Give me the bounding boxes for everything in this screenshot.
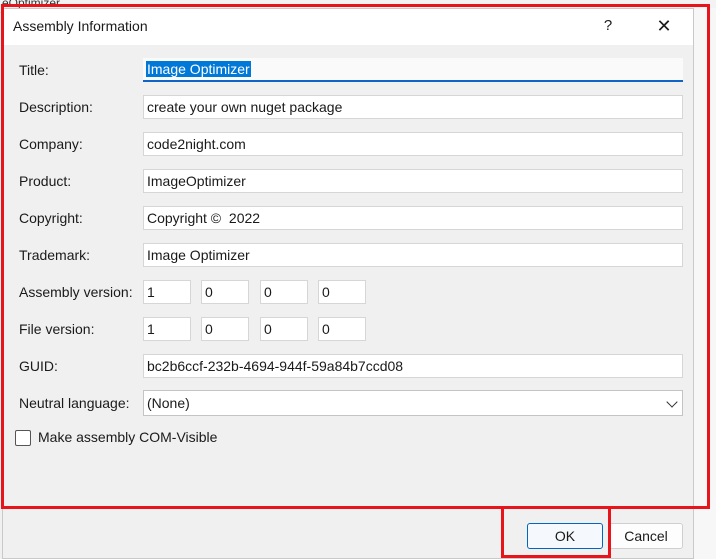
com-visible-checkbox[interactable] bbox=[15, 430, 31, 446]
file-version-build[interactable]: 0 bbox=[260, 317, 308, 341]
assembly-version-minor[interactable]: 0 bbox=[201, 280, 249, 304]
copyright-input[interactable]: Copyright © 2022 bbox=[143, 206, 683, 230]
assembly-version-build[interactable]: 0 bbox=[260, 280, 308, 304]
trademark-input[interactable]: Image Optimizer bbox=[143, 243, 683, 267]
product-input[interactable]: ImageOptimizer bbox=[143, 169, 683, 193]
neutral-language-label: Neutral language: bbox=[19, 395, 130, 411]
dialog-title: Assembly Information bbox=[13, 18, 148, 34]
company-input[interactable]: code2night.com bbox=[143, 132, 683, 156]
neutral-language-value: (None) bbox=[147, 395, 190, 411]
assembly-information-dialog: Assembly Information ? ✕ Title: Image Op… bbox=[2, 8, 694, 559]
file-version-major[interactable]: 1 bbox=[143, 317, 191, 341]
background-window-edge bbox=[693, 8, 716, 559]
guid-input[interactable]: bc2b6ccf-232b-4694-944f-59a84b7ccd08 bbox=[143, 354, 683, 378]
cancel-button[interactable]: Cancel bbox=[609, 523, 683, 549]
title-input-value: Image Optimizer bbox=[146, 61, 251, 77]
assembly-version-label: Assembly version: bbox=[19, 284, 133, 300]
com-visible-label[interactable]: Make assembly COM-Visible bbox=[38, 429, 217, 445]
description-input[interactable]: create your own nuget package bbox=[143, 95, 683, 119]
file-version-label: File version: bbox=[19, 321, 95, 337]
title-input[interactable]: Image Optimizer bbox=[143, 58, 683, 82]
help-icon[interactable]: ? bbox=[595, 13, 621, 39]
assembly-version-revision[interactable]: 0 bbox=[318, 280, 366, 304]
company-label: Company: bbox=[19, 136, 83, 152]
copyright-label: Copyright: bbox=[19, 210, 83, 226]
assembly-version-major[interactable]: 1 bbox=[143, 280, 191, 304]
close-icon[interactable]: ✕ bbox=[649, 13, 679, 39]
ok-button[interactable]: OK bbox=[527, 523, 603, 549]
title-label: Title: bbox=[19, 62, 49, 78]
trademark-label: Trademark: bbox=[19, 247, 91, 263]
neutral-language-select[interactable]: (None) bbox=[143, 390, 683, 416]
product-label: Product: bbox=[19, 173, 72, 189]
file-version-minor[interactable]: 0 bbox=[201, 317, 249, 341]
guid-label: GUID: bbox=[19, 358, 58, 374]
file-version-revision[interactable]: 0 bbox=[318, 317, 366, 341]
chevron-down-icon[interactable] bbox=[666, 396, 678, 408]
description-label: Description: bbox=[19, 99, 93, 115]
dialog-titlebar[interactable]: Assembly Information ? ✕ bbox=[3, 9, 693, 45]
